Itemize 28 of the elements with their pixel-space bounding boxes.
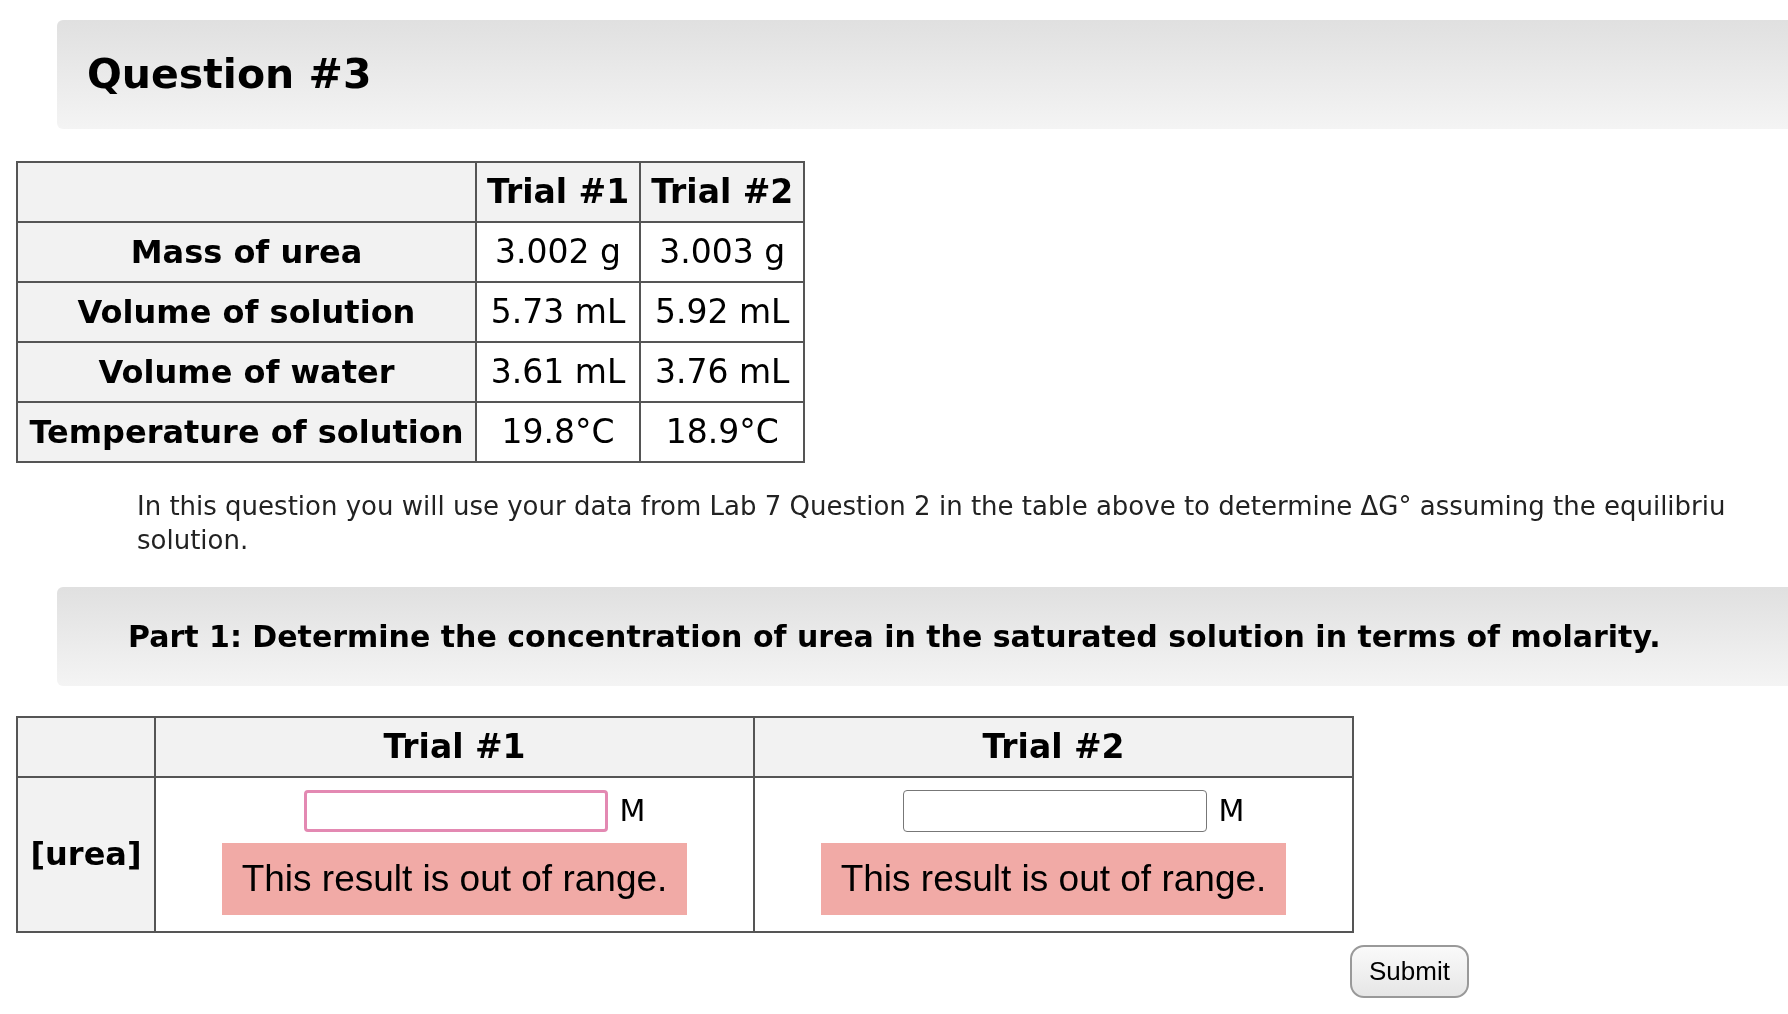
- row-header: [urea]: [17, 777, 155, 932]
- row-header: Volume of water: [17, 342, 476, 402]
- column-header: Trial #2: [640, 162, 805, 222]
- row-header: Mass of urea: [17, 222, 476, 282]
- instruction-text: solution.: [137, 524, 250, 557]
- unit-label: M: [619, 792, 646, 830]
- table-cell: 5.73 mL: [476, 282, 641, 342]
- row-header: Volume of solution: [17, 282, 476, 342]
- table-cell: 3.76 mL: [640, 342, 805, 402]
- table-cell: 5.92 mL: [640, 282, 805, 342]
- answer-input[interactable]: [303, 789, 608, 832]
- question-title: Question #3: [87, 48, 372, 100]
- column-header: Trial #2: [754, 717, 1353, 777]
- table-cell: 18.9°C: [640, 402, 805, 462]
- row-header: Temperature of solution: [17, 402, 476, 462]
- error-message: This result is out of range.: [221, 843, 688, 915]
- submit-button[interactable]: Submit: [1350, 944, 1469, 998]
- table-cell: 3.003 g: [640, 222, 805, 282]
- table-cell: 3.61 mL: [476, 342, 641, 402]
- part-title: Part 1: Determine the concentration of urea in the saturated solution in terms of molarity.: [128, 618, 1661, 656]
- table-cell: 3.002 g: [476, 222, 641, 282]
- column-header: Trial #1: [476, 162, 641, 222]
- instruction-text: In this question you will use your data from Lab 7 Question 2 in the table above to determine ΔG° assuming the equilibriu: [137, 490, 1727, 523]
- answer-input[interactable]: [902, 789, 1207, 832]
- unit-label: M: [1218, 792, 1245, 830]
- error-message: This result is out of range.: [820, 843, 1287, 915]
- column-header: Trial #1: [155, 717, 754, 777]
- table-cell: 19.8°C: [476, 402, 641, 462]
